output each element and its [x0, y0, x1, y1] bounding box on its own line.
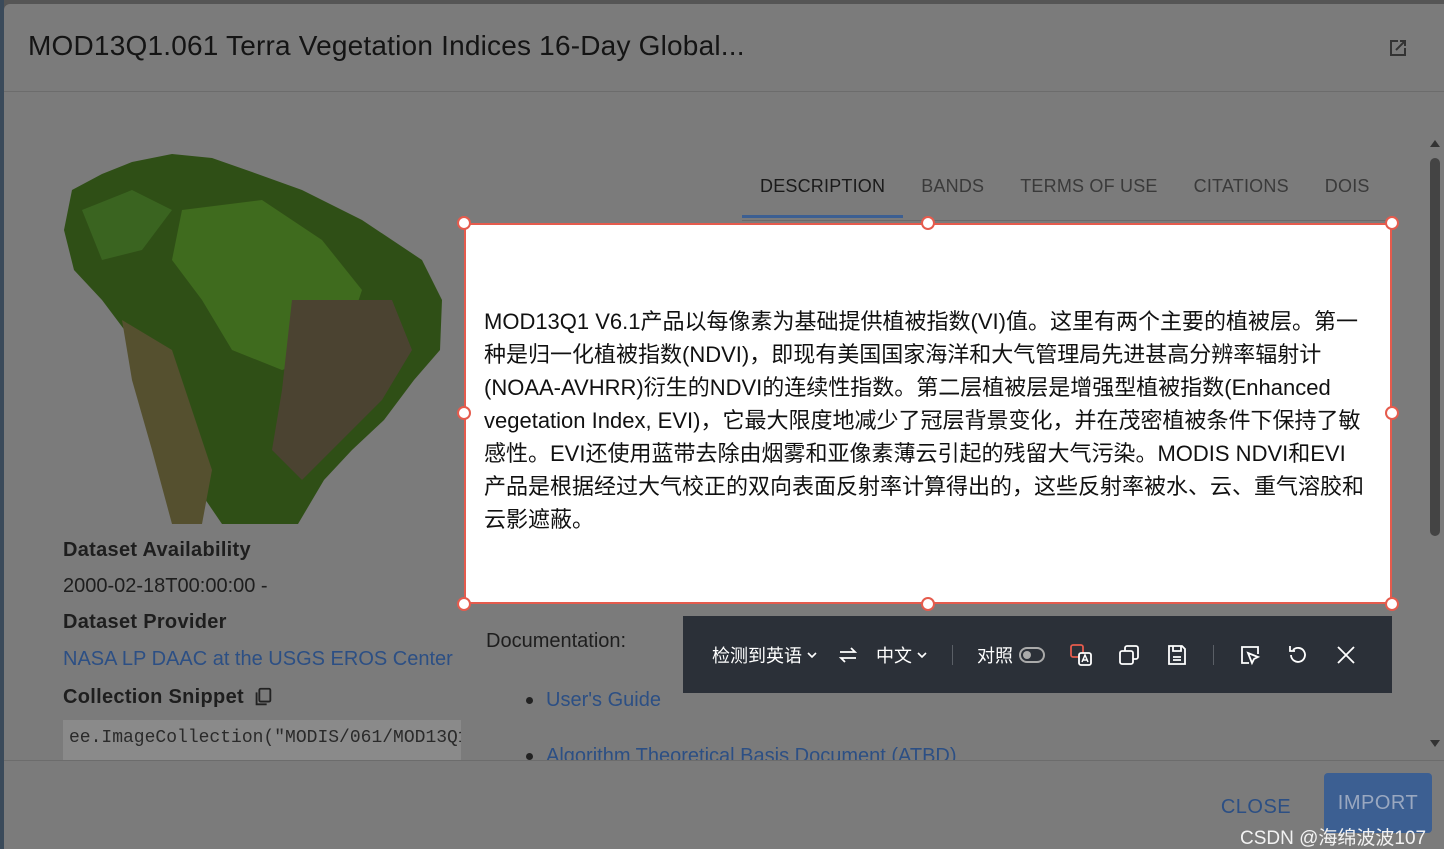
tab-terms-of-use[interactable]: TERMS OF USE [1002, 162, 1175, 218]
tab-description[interactable]: DESCRIPTION [742, 162, 904, 218]
resize-handle-top-right[interactable] [1385, 216, 1399, 230]
documentation-list: User's Guide Algorithm Theoretical Basis… [524, 686, 957, 760]
translated-text: MOD13Q1 V6.1产品以每像素为基础提供植被指数(VI)值。这里有两个主要… [484, 309, 1365, 532]
availability-value: 2000-02-18T00:00:00 - [63, 575, 268, 597]
resize-handle-top-left[interactable] [457, 216, 471, 230]
provider-link[interactable]: NASA LP DAAC at the USGS EROS Center [63, 640, 463, 678]
dialog-title: MOD13Q1.061 Terra Vegetation Indices 16-… [28, 30, 745, 61]
resize-handle-bottom-right[interactable] [1385, 597, 1399, 611]
open-in-new-icon[interactable] [1386, 36, 1410, 60]
tab-citations[interactable]: CITATIONS [1176, 162, 1307, 218]
copy-snippet-icon[interactable] [252, 686, 274, 708]
scroll-thumb[interactable] [1430, 158, 1440, 536]
chevron-down-icon [917, 651, 927, 658]
snippet-label: Collection Snippet [63, 686, 244, 708]
resize-handle-bottom[interactable] [921, 597, 935, 611]
dataset-tabs: DESCRIPTION BANDS TERMS OF USE CITATIONS… [742, 162, 1388, 222]
resize-handle-bottom-left[interactable] [457, 597, 471, 611]
toolbar-separator [1213, 644, 1214, 665]
translate-icon[interactable] [1069, 643, 1093, 667]
save-icon[interactable] [1165, 643, 1189, 667]
provider-label: Dataset Provider [63, 611, 227, 633]
target-language-label: 中文 [876, 645, 912, 666]
translation-toolbar: 检测到英语 中文 对照 [683, 616, 1392, 693]
tab-bands[interactable]: BANDS [903, 162, 1002, 218]
close-icon[interactable] [1334, 643, 1358, 667]
tab-dois[interactable]: DOIS [1307, 162, 1388, 218]
snippet-code[interactable]: ee.ImageCollection("MODIS/061/MOD13Q1 [63, 720, 461, 760]
content-scrollbar[interactable] [1428, 140, 1442, 756]
resize-handle-left[interactable] [457, 406, 471, 420]
atbd-link[interactable]: Algorithm Theoretical Basis Document (AT… [524, 742, 957, 760]
source-language-select[interactable]: 检测到英语 [712, 642, 818, 668]
refresh-icon[interactable] [1286, 643, 1310, 667]
source-language-label: 检测到英语 [712, 645, 802, 666]
chevron-down-icon [807, 651, 817, 658]
dialog-header: MOD13Q1.061 Terra Vegetation Indices 16-… [4, 4, 1444, 92]
swap-arrows-icon[interactable] [836, 643, 860, 667]
snippet-header: Collection Snippet [63, 678, 463, 716]
tab-divider [742, 220, 1394, 221]
documentation-label: Documentation: [486, 630, 627, 652]
watermark-text: CSDN @海绵波波107 [1240, 828, 1427, 849]
copy-icon[interactable] [1117, 643, 1141, 667]
availability-label: Dataset Availability [63, 539, 251, 561]
resize-handle-right[interactable] [1385, 406, 1399, 420]
dataset-meta: Dataset Availability 2000-02-18T00:00:00… [63, 532, 463, 760]
compare-toggle[interactable]: 对照 [977, 642, 1045, 668]
dataset-thumbnail-map [64, 154, 442, 524]
toolbar-separator [952, 644, 953, 665]
translation-selection-box[interactable]: MOD13Q1 V6.1产品以每像素为基础提供植被指数(VI)值。这里有两个主要… [464, 223, 1392, 604]
target-language-select[interactable]: 中文 [876, 642, 928, 668]
scroll-up-arrow-icon[interactable] [1430, 140, 1440, 147]
resize-handle-top[interactable] [921, 216, 935, 230]
users-guide-link[interactable]: User's Guide [524, 686, 957, 742]
scroll-down-arrow-icon[interactable] [1430, 740, 1440, 747]
compare-switch[interactable] [1019, 646, 1045, 663]
compare-label: 对照 [977, 645, 1013, 666]
dialog-footer: CLOSE IMPORT CSDN @海绵波波107 [4, 760, 1444, 849]
pin-cursor-icon[interactable] [1238, 643, 1262, 667]
